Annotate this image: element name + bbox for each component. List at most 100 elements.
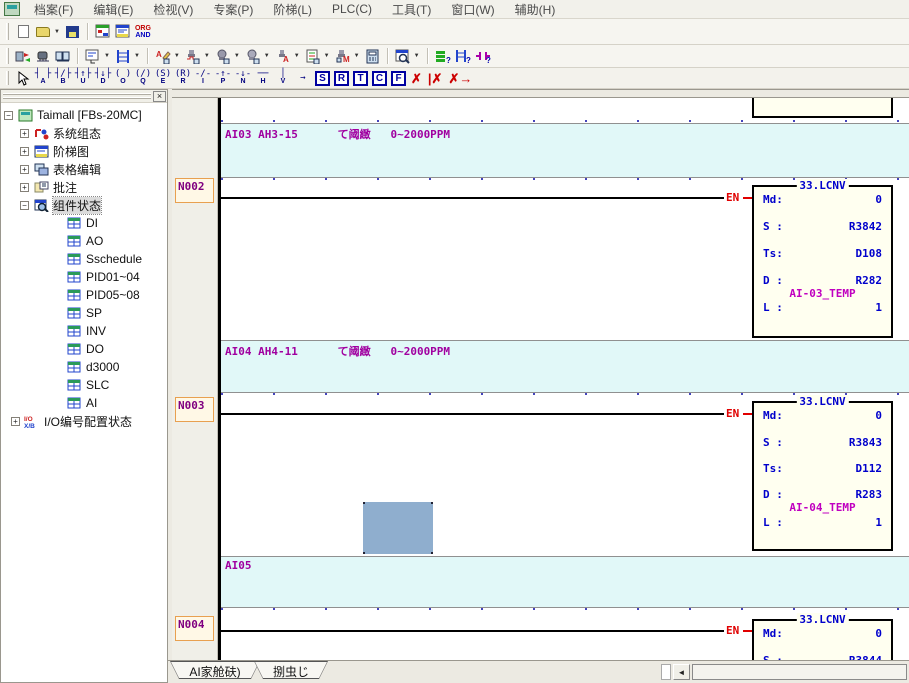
collapse-icon[interactable]: − [20, 201, 29, 210]
comment-band-ai03[interactable]: AI03 AH3-15 て阈緻 0~2000PPM [221, 123, 909, 178]
collapse-icon[interactable]: − [4, 111, 13, 120]
save-button[interactable] [63, 22, 83, 42]
network-label-n003[interactable]: N003 [175, 397, 214, 422]
expand-icon[interactable]: + [20, 165, 29, 174]
param-value[interactable]: 1 [875, 301, 882, 314]
rung-line-n002[interactable] [221, 197, 724, 199]
find-dropdown[interactable]: ▼ [414, 53, 420, 59]
param-value[interactable]: R3842 [849, 220, 882, 233]
ladder-canvas[interactable]: AI03 AH3-15 て阈緻 0~2000PPM EN 33.LCNV Md:… [218, 98, 909, 660]
tree-item-component-status[interactable]: − 组件状态 [1, 196, 167, 214]
counter-button[interactable]: C [372, 71, 387, 86]
status-m-button[interactable]: M [333, 46, 353, 66]
param-value[interactable]: 0 [875, 627, 882, 640]
tree-item-pid01-04[interactable]: PID01~04 [1, 268, 167, 286]
status-m-dropdown[interactable]: ▼ [354, 53, 360, 59]
timer-button[interactable]: T [353, 71, 368, 86]
ladder-window-button[interactable] [113, 22, 133, 42]
register-monitor-dropdown[interactable]: ▼ [264, 53, 270, 59]
tree-item-io-config-status[interactable]: + I/OX/B I/O编号配置状态 [1, 412, 167, 430]
coil-reset-button[interactable]: (R)R [173, 68, 193, 88]
tree-item-sschedule[interactable]: Sschedule [1, 250, 167, 268]
tree-item-slc[interactable]: SLC [1, 376, 167, 394]
rung-line-n004[interactable] [221, 630, 724, 632]
edit-element-button[interactable]: A [153, 46, 173, 66]
instruction-list-button[interactable]: ORG AND [133, 22, 153, 42]
close-panel-button[interactable]: × [153, 91, 166, 102]
edit-element-dropdown[interactable]: ▼ [174, 53, 180, 59]
menu-edit[interactable]: 编辑(E) [83, 1, 143, 18]
status-list-dropdown[interactable]: ▼ [324, 53, 330, 59]
tree-item-project-root[interactable]: − Taimall [FBs-20MC] [1, 106, 167, 124]
rung-line-n003[interactable] [221, 413, 724, 415]
ladder-query-button[interactable]: ? [453, 46, 473, 66]
contact-up-button[interactable]: ┤↑├U [73, 68, 93, 88]
function-block-partial-top[interactable] [752, 98, 893, 118]
convert-button[interactable] [13, 46, 33, 66]
horizontal-line-button[interactable]: ──H [253, 68, 273, 88]
open-file-button[interactable] [33, 22, 53, 42]
contact-a-button[interactable]: ┤ ├A [33, 68, 53, 88]
register-monitor-button[interactable] [243, 46, 263, 66]
tree-item-sp[interactable]: SP [1, 304, 167, 322]
step-r-button[interactable]: R [334, 71, 349, 86]
calculator-button[interactable] [363, 46, 383, 66]
tree-item-d3000[interactable]: d3000 [1, 358, 167, 376]
tree-item-inv[interactable]: INV [1, 322, 167, 340]
menu-project[interactable]: 专案(P) [203, 1, 263, 18]
status-list-button[interactable] [303, 46, 323, 66]
status-query-button[interactable]: ? [433, 46, 453, 66]
coil-not-button[interactable]: (/)Q [133, 68, 153, 88]
tree-item-do[interactable]: DO [1, 340, 167, 358]
vertical-line-button[interactable]: │V [273, 68, 293, 88]
coil-button[interactable]: ( )O [113, 68, 133, 88]
delete-line-button[interactable]: |✗ [428, 72, 443, 85]
menu-tools[interactable]: 工具(T) [382, 1, 441, 18]
contact-b-button[interactable]: ┤/├B [53, 68, 73, 88]
tree-item-system-config[interactable]: + 系统组态 [1, 124, 167, 142]
ladder-view-dropdown[interactable]: ▼ [134, 53, 140, 59]
expand-icon[interactable]: + [20, 129, 29, 138]
network-label-n004[interactable]: N004 [175, 616, 214, 641]
comment-band-ai04[interactable]: AI04 AH4-11 て阈緻 0~2000PPM [221, 340, 909, 393]
tree-item-pid05-08[interactable]: PID05~08 [1, 286, 167, 304]
tree-item-table-edit[interactable]: + 表格编辑 [1, 160, 167, 178]
tree-panel-header[interactable]: × [1, 90, 167, 103]
param-value[interactable]: R282 [856, 274, 883, 287]
monitor-wave-button[interactable] [183, 46, 203, 66]
expand-icon[interactable]: + [20, 183, 29, 192]
function-block-lcnv-1[interactable]: 33.LCNV Md:0 S :R3842 Ts:D108 D :R282 AI… [752, 185, 893, 338]
open-dropdown-arrow[interactable]: ▼ [54, 29, 60, 35]
tree-item-ai[interactable]: AI [1, 394, 167, 412]
function-button[interactable]: F [391, 71, 406, 86]
contact-query-button[interactable]: ? [473, 46, 493, 66]
menu-file[interactable]: 档案(F) [24, 1, 83, 18]
param-value[interactable]: D112 [856, 462, 883, 475]
scroll-left-button[interactable]: ◄ [673, 664, 690, 680]
component-monitor-button[interactable] [213, 46, 233, 66]
param-value[interactable]: R283 [856, 488, 883, 501]
tree-item-ao[interactable]: AO [1, 232, 167, 250]
param-value[interactable]: 0 [875, 193, 882, 206]
ladder-view-button[interactable] [113, 46, 133, 66]
delete-element-button[interactable]: ✗ [411, 72, 422, 85]
tree-item-ladder-diagram[interactable]: + 阶梯图 [1, 142, 167, 160]
menu-window[interactable]: 窗口(W) [441, 1, 504, 18]
step-s-button[interactable]: S [315, 71, 330, 86]
menu-plc[interactable]: PLC(C) [322, 2, 382, 16]
project-window-button[interactable] [93, 22, 113, 42]
select-pointer-button[interactable] [13, 68, 33, 88]
new-file-button[interactable] [13, 22, 33, 42]
network-view-button[interactable] [83, 46, 103, 66]
menu-help[interactable]: 辅助(H) [505, 1, 566, 18]
tab-debug-sheet[interactable]: 捌虫じ [254, 661, 328, 679]
comment-band-ai05[interactable]: AI05 [221, 556, 909, 608]
arrow-button[interactable]: → [293, 68, 313, 88]
tab-ai-sheet[interactable]: AI家舱砆) [170, 661, 260, 679]
reference-button[interactable] [53, 46, 73, 66]
function-block-lcnv-2[interactable]: 33.LCNV Md:0 S :R3843 Ts:D112 D :R283 AI… [752, 401, 893, 551]
monitor-wave-dropdown[interactable]: ▼ [204, 53, 210, 59]
edit-cursor-selection[interactable] [363, 502, 433, 554]
delete-network-button[interactable]: ✗→ [448, 72, 472, 85]
network-view-dropdown[interactable]: ▼ [104, 53, 110, 59]
